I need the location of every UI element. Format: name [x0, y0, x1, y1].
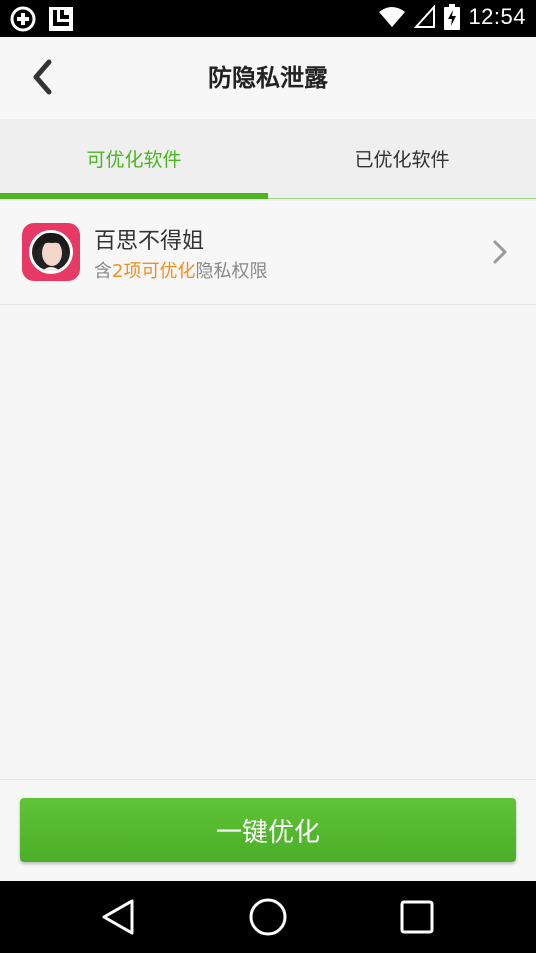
- list-item[interactable]: 百思不得姐 含2项可优化隐私权限: [0, 201, 536, 304]
- add-circle-icon: [10, 6, 36, 32]
- app-list: 百思不得姐 含2项可优化隐私权限: [0, 201, 536, 305]
- chevron-left-icon: [33, 59, 52, 95]
- optimizable-count: 2项可优化: [112, 261, 196, 282]
- chevron-right-icon: [493, 240, 507, 264]
- no-signal-icon: [414, 5, 436, 28]
- tab-optimizable[interactable]: 可优化软件: [0, 119, 268, 201]
- nav-home-button[interactable]: [248, 897, 288, 937]
- tab-bar: 可优化软件 已优化软件: [0, 119, 536, 201]
- one-click-optimize-button[interactable]: 一键优化: [20, 798, 516, 862]
- status-bar: 12:54: [0, 0, 536, 37]
- app-avatar-icon: [22, 223, 80, 281]
- recents-square-icon: [400, 900, 434, 934]
- system-nav-bar: [0, 881, 536, 953]
- bottom-action-bar: 一键优化: [0, 779, 536, 882]
- tab-optimized[interactable]: 已优化软件: [268, 119, 536, 201]
- back-button[interactable]: [22, 57, 62, 97]
- wifi-icon: [379, 7, 406, 27]
- app-name: 百思不得姐: [94, 229, 205, 254]
- title-bar: 防隐私泄露: [0, 37, 536, 119]
- app-notification-icon: [49, 7, 73, 31]
- page-title: 防隐私泄露: [208, 64, 328, 92]
- battery-charging-icon: [444, 4, 461, 30]
- status-time: 12:54: [468, 4, 526, 29]
- active-tab-indicator: [0, 193, 268, 199]
- nav-back-button[interactable]: [98, 897, 138, 937]
- home-circle-icon: [249, 898, 287, 936]
- tab-divider-line: [268, 198, 536, 199]
- back-triangle-icon: [102, 899, 134, 935]
- app-permission-desc: 含2项可优化隐私权限: [94, 261, 268, 282]
- nav-recents-button[interactable]: [397, 897, 437, 937]
